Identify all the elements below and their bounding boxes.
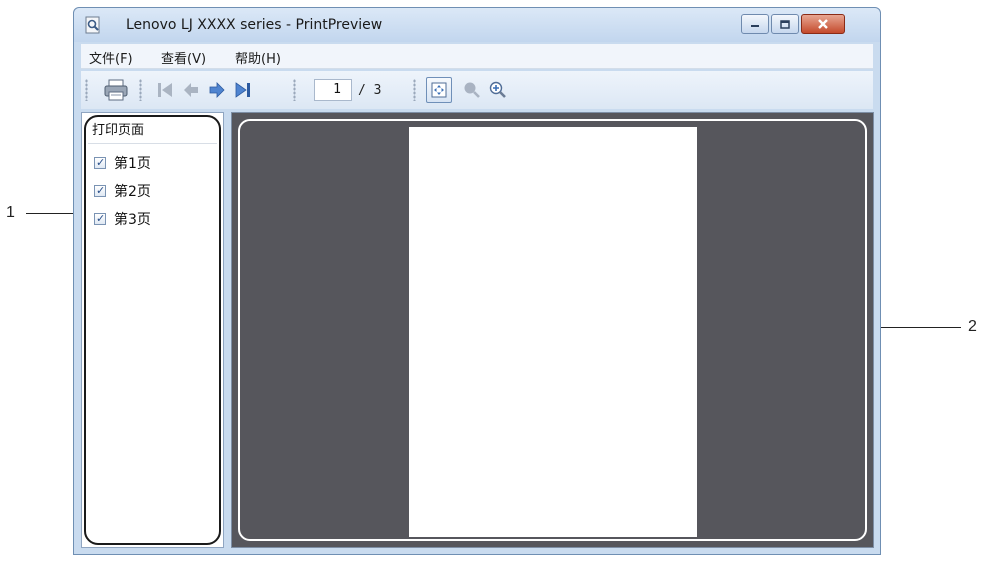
page-list-item-1[interactable]: ✓ 第1页 — [94, 153, 151, 173]
toolbar-separator — [293, 79, 296, 101]
checkmark-icon: ✓ — [96, 184, 106, 197]
menu-view[interactable]: 查看(V) — [161, 48, 206, 67]
print-icon[interactable] — [103, 78, 129, 102]
callout-2-line — [869, 327, 961, 328]
minimize-button[interactable] — [741, 14, 769, 34]
toolbar-grip[interactable] — [85, 79, 88, 101]
callout-1-outline — [84, 115, 221, 545]
zoom-out-icon[interactable] — [462, 80, 482, 100]
print-preview-window: Lenovo LJ XXXX series - PrintPreview 文件(… — [73, 7, 881, 555]
maximize-button[interactable] — [771, 14, 799, 34]
current-page-input[interactable]: 1 — [314, 79, 352, 101]
page-1-label: 第1页 — [114, 156, 151, 172]
page-total: / 3 — [358, 83, 382, 98]
toolbar: 1 / 3 — [81, 71, 873, 109]
zoom-in-icon[interactable] — [488, 80, 508, 100]
callout-2-label: 2 — [968, 318, 977, 335]
close-button[interactable] — [801, 14, 845, 34]
menu-bar: 文件(F) 查看(V) 帮助(H) — [81, 44, 873, 69]
checkmark-icon: ✓ — [96, 212, 106, 225]
title-bar[interactable]: Lenovo LJ XXXX series - PrintPreview — [74, 8, 880, 42]
previous-page-icon[interactable] — [181, 80, 201, 100]
window-title: Lenovo LJ XXXX series - PrintPreview — [126, 17, 383, 33]
checkmark-icon: ✓ — [96, 156, 106, 169]
callout-1-label: 1 — [6, 204, 15, 221]
first-page-icon[interactable] — [155, 80, 175, 100]
page-list-item-2[interactable]: ✓ 第2页 — [94, 181, 151, 201]
menu-file[interactable]: 文件(F) — [89, 48, 133, 67]
maximize-icon — [780, 19, 790, 29]
page-1-checkbox[interactable]: ✓ — [94, 156, 106, 169]
page-2-checkbox[interactable]: ✓ — [94, 184, 106, 197]
close-icon — [818, 19, 828, 29]
toolbar-separator — [413, 79, 416, 101]
fit-page-icon — [431, 82, 447, 98]
fit-page-button[interactable] — [426, 77, 452, 103]
page-list-item-3[interactable]: ✓ 第3页 — [94, 209, 151, 229]
page-3-label: 第3页 — [114, 212, 151, 228]
app-icon — [85, 16, 100, 34]
minimize-icon — [751, 25, 759, 27]
print-pages-header: 打印页面 — [88, 119, 217, 144]
preview-area[interactable] — [231, 112, 874, 548]
toolbar-separator — [139, 79, 142, 101]
menu-help[interactable]: 帮助(H) — [235, 48, 281, 67]
page-3-checkbox[interactable]: ✓ — [94, 212, 106, 225]
next-page-icon[interactable] — [207, 80, 227, 100]
preview-page — [409, 127, 697, 537]
page-2-label: 第2页 — [114, 184, 151, 200]
callout-1-line — [26, 213, 78, 214]
print-pages-panel: 打印页面 ✓ 第1页 ✓ 第2页 ✓ 第3页 — [81, 112, 224, 548]
last-page-icon[interactable] — [233, 80, 253, 100]
